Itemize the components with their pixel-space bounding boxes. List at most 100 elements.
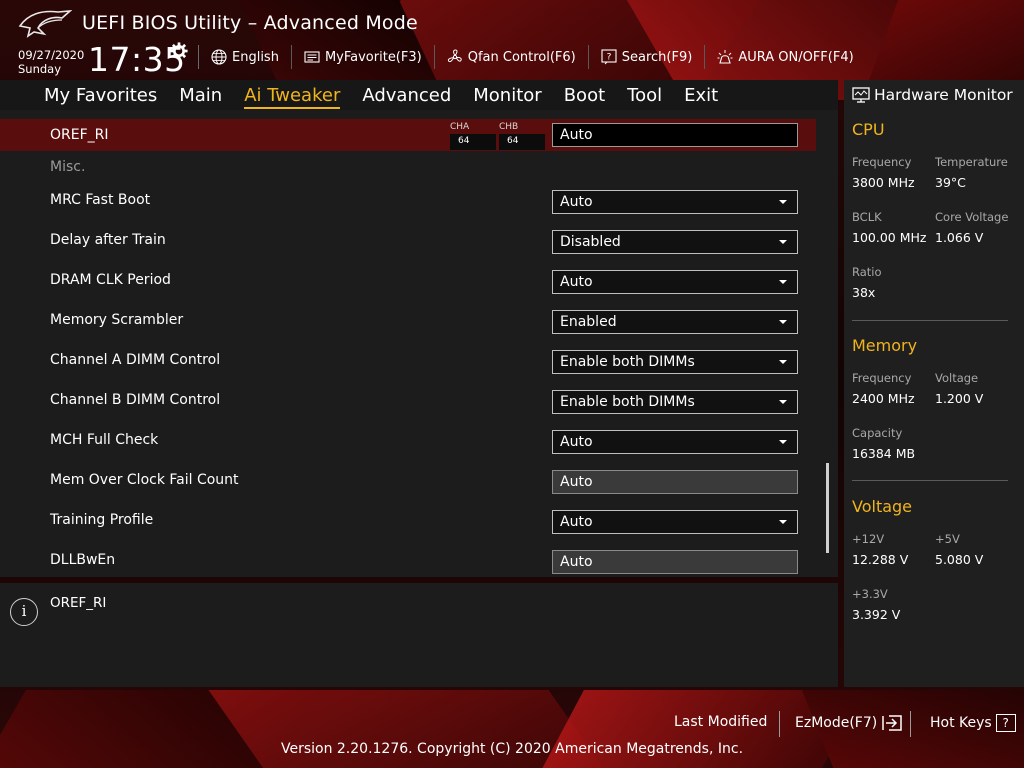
oref-ri-input[interactable]: Auto xyxy=(552,123,798,147)
chevron-down-icon xyxy=(779,280,787,284)
language-label: English xyxy=(232,49,279,65)
tab-my-favorites[interactable]: My Favorites xyxy=(36,80,165,110)
v12-label: +12V xyxy=(852,532,885,546)
training-profile-dropdown[interactable]: Auto xyxy=(552,510,798,534)
help-panel: i OREF_RI xyxy=(0,583,838,687)
setting-row-oref-ri[interactable]: OREF_RI CHA 64 CHB 64 Auto xyxy=(0,119,816,151)
globe-icon xyxy=(211,49,227,65)
setting-row-delay-after-train[interactable]: Delay after Train Disabled xyxy=(0,224,816,256)
setting-row-training-profile[interactable]: Training Profile Auto xyxy=(0,504,816,536)
memory-section-title: Memory xyxy=(852,336,918,355)
ezmode-button[interactable]: EzMode(F7) xyxy=(795,714,903,732)
qfan-control-button[interactable]: Qfan Control(F6) xyxy=(433,45,588,69)
aura-light-icon xyxy=(717,50,733,64)
hardware-monitor-panel: Hardware Monitor CPU Frequency 3800 MHz … xyxy=(844,80,1024,687)
ratio-label: Ratio xyxy=(852,265,882,279)
date-display: 09/27/2020 Sunday xyxy=(18,48,84,76)
dram-clk-period-dropdown[interactable]: Auto xyxy=(552,270,798,294)
settings-scrollbar[interactable] xyxy=(826,463,829,553)
hardware-monitor-title: Hardware Monitor xyxy=(852,86,1013,104)
fan-icon xyxy=(447,49,462,63)
setting-row-dram-clk-period[interactable]: DRAM CLK Period Auto xyxy=(0,264,816,296)
myfavorite-button[interactable]: MyFavorite(F3) xyxy=(290,45,434,69)
setting-row-mrc-fast-boot[interactable]: MRC Fast Boot Auto xyxy=(0,184,816,216)
top-toolbar: English MyFavorite(F3) Qfan Control(F6) … xyxy=(198,44,866,70)
qfan-label: Qfan Control(F6) xyxy=(467,49,576,65)
app-title: UEFI BIOS Utility – Advanced Mode xyxy=(82,12,418,34)
monitor-icon xyxy=(852,87,870,103)
search-label: Search(F9) xyxy=(621,49,693,65)
cpu-section-title: CPU xyxy=(852,120,885,139)
dllbwen-input[interactable]: Auto xyxy=(552,550,798,574)
language-button[interactable]: English xyxy=(198,45,291,69)
v33-value: 3.392 V xyxy=(852,607,901,622)
voltage-section-title: Voltage xyxy=(852,497,913,516)
aura-toggle-button[interactable]: AURA ON/OFF(F4) xyxy=(704,45,865,69)
day-text: Sunday xyxy=(18,62,62,76)
cha-readout: CHA 64 xyxy=(450,120,496,152)
mrc-fast-boot-dropdown[interactable]: Auto xyxy=(552,190,798,214)
divider xyxy=(852,320,1008,321)
memory-capacity-label: Capacity xyxy=(852,426,903,440)
cpu-frequency-value: 3800 MHz xyxy=(852,175,915,190)
exit-arrow-icon xyxy=(882,715,902,731)
chevron-down-icon xyxy=(779,320,787,324)
memory-scrambler-dropdown[interactable]: Enabled xyxy=(552,310,798,334)
v5-label: +5V xyxy=(935,532,960,546)
tab-main[interactable]: Main xyxy=(171,80,230,110)
svg-text:?: ? xyxy=(606,53,611,63)
core-voltage-value: 1.066 V xyxy=(935,230,984,245)
last-modified-button[interactable]: Last Modified xyxy=(674,714,767,730)
memory-frequency-value: 2400 MHz xyxy=(852,391,915,406)
tab-boot[interactable]: Boot xyxy=(556,80,613,110)
v12-value: 12.288 V xyxy=(852,552,909,567)
bclk-value: 100.00 MHz xyxy=(852,230,927,245)
setting-row-mch-full-check[interactable]: MCH Full Check Auto xyxy=(0,424,816,456)
cpu-frequency-label: Frequency xyxy=(852,155,912,169)
chevron-down-icon xyxy=(779,440,787,444)
mem-oc-fail-count-input[interactable]: Auto xyxy=(552,470,798,494)
gear-icon[interactable] xyxy=(170,42,188,60)
v5-value: 5.080 V xyxy=(935,552,984,567)
delay-after-train-dropdown[interactable]: Disabled xyxy=(552,230,798,254)
memory-voltage-value: 1.200 V xyxy=(935,391,984,406)
setting-row-mem-oc-fail-count[interactable]: Mem Over Clock Fail Count Auto xyxy=(0,464,816,496)
setting-row-dllbwen[interactable]: DLLBwEn Auto xyxy=(0,544,816,576)
memory-voltage-label: Voltage xyxy=(935,371,979,385)
chevron-down-icon xyxy=(779,360,787,364)
tab-advanced[interactable]: Advanced xyxy=(354,80,459,110)
myfavorite-label: MyFavorite(F3) xyxy=(324,49,422,65)
ratio-value: 38x xyxy=(852,285,876,300)
help-key-icon: ? xyxy=(995,714,1016,732)
v33-label: +3.3V xyxy=(852,587,888,601)
tab-tool[interactable]: Tool xyxy=(619,80,670,110)
myfavorite-icon xyxy=(304,51,320,63)
rog-logo-icon xyxy=(18,10,72,38)
mch-full-check-dropdown[interactable]: Auto xyxy=(552,430,798,454)
help-text: OREF_RI xyxy=(50,595,107,611)
search-button[interactable]: ? Search(F9) xyxy=(587,45,705,69)
info-icon: i xyxy=(10,598,38,626)
chevron-down-icon xyxy=(779,200,787,204)
chb-readout: CHB 64 xyxy=(499,120,545,152)
hot-keys-button[interactable]: Hot Keys ? xyxy=(930,714,1016,732)
search-help-icon: ? xyxy=(601,49,617,65)
date-text: 09/27/2020 xyxy=(18,48,85,62)
setting-row-channel-b-dimm[interactable]: Channel B DIMM Control Enable both DIMMs xyxy=(0,384,816,416)
channel-a-dimm-dropdown[interactable]: Enable both DIMMs xyxy=(552,350,798,374)
tab-exit[interactable]: Exit xyxy=(676,80,726,110)
channel-b-dimm-dropdown[interactable]: Enable both DIMMs xyxy=(552,390,798,414)
setting-row-channel-a-dimm[interactable]: Channel A DIMM Control Enable both DIMMs xyxy=(0,344,816,376)
cpu-temperature-label: Temperature xyxy=(935,155,1008,169)
footer-divider xyxy=(779,711,780,737)
chevron-down-icon xyxy=(779,400,787,404)
cpu-temperature-value: 39°C xyxy=(935,175,966,190)
setting-row-memory-scrambler[interactable]: Memory Scrambler Enabled xyxy=(0,304,816,336)
memory-frequency-label: Frequency xyxy=(852,371,912,385)
tab-monitor[interactable]: Monitor xyxy=(465,80,549,110)
bclk-label: BCLK xyxy=(852,210,882,224)
copyright-text: Version 2.20.1276. Copyright (C) 2020 Am… xyxy=(280,741,744,757)
tab-ai-tweaker[interactable]: Ai Tweaker xyxy=(236,80,348,110)
aura-label: AURA ON/OFF(F4) xyxy=(738,49,854,65)
memory-capacity-value: 16384 MB xyxy=(852,446,916,461)
